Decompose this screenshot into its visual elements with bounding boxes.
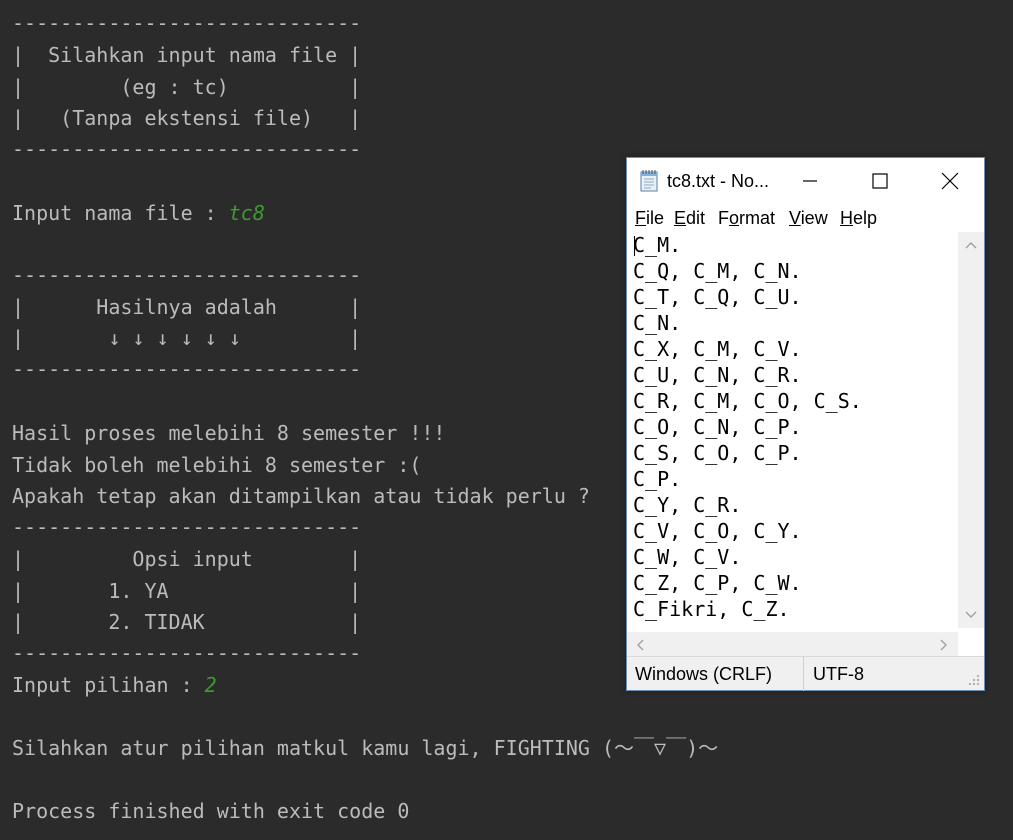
console-line: | 2. TIDAK | [12, 610, 362, 634]
scroll-down-icon[interactable] [964, 610, 978, 620]
status-bar: Windows (CRLF) UTF-8 [627, 656, 984, 691]
menu-bar: File Edit Format View Help [627, 204, 984, 232]
maximize-icon [872, 173, 888, 189]
menu-help[interactable]: Help [840, 204, 877, 232]
text-line: C_Q, C_M, C_N. [633, 259, 802, 283]
notepad-icon [640, 170, 658, 192]
text-line: C_N. [633, 311, 682, 335]
text-line: C_P. [633, 467, 682, 491]
text-line: C_Fikri, C_Z. [633, 597, 790, 621]
console-line: | 1. YA | [12, 579, 362, 603]
text-editor[interactable]: C_M. C_Q, C_M, C_N. C_T, C_Q, C_U. C_N. … [627, 232, 984, 656]
console-line: | Silahkan input nama file | [12, 43, 362, 67]
console-line: Silahkan atur pilihan matkul kamu lagi, … [12, 736, 719, 760]
text-line: C_W, C_V. [633, 545, 742, 569]
text-line: C_O, C_N, C_P. [633, 415, 802, 439]
filename-user-input: tc8 [228, 201, 265, 225]
console-line: ----------------------------- [12, 11, 362, 35]
console-line: ----------------------------- [12, 357, 362, 381]
line-ending-status: Windows (CRLF) [635, 664, 773, 684]
console-line: | (eg : tc) | [12, 75, 362, 99]
scroll-left-icon[interactable] [635, 638, 645, 652]
menu-view[interactable]: View [789, 204, 828, 232]
console-line: ----------------------------- [12, 641, 362, 665]
text-line: C_M. [633, 233, 682, 257]
text-line: C_V, C_O, C_Y. [633, 519, 802, 543]
console-line: | ↓ ↓ ↓ ↓ ↓ ↓ | [12, 326, 362, 350]
console-line-choice-prompt: Input pilihan : 2 [12, 673, 217, 697]
console-line: Apakah tetap akan ditampilkan atau tidak… [12, 484, 590, 508]
notepad-titlebar[interactable]: tc8.txt - No... [627, 158, 984, 204]
console-line: ----------------------------- [12, 137, 362, 161]
close-button[interactable] [927, 158, 973, 204]
scroll-right-icon[interactable] [939, 638, 949, 652]
choice-user-input: 2 [204, 673, 217, 697]
console-line-filename-prompt: Input nama file : tc8 [12, 201, 265, 225]
choice-prompt: Input pilihan : [12, 673, 205, 697]
console-line: Hasil proses melebihi 8 semester !!! [12, 421, 446, 445]
text-line: C_R, C_M, C_O, C_S. [633, 389, 862, 413]
horizontal-scrollbar[interactable] [627, 632, 958, 656]
menu-edit[interactable]: Edit [674, 204, 705, 232]
text-line: C_X, C_M, C_V. [633, 337, 802, 361]
vertical-scrollbar[interactable] [958, 232, 984, 628]
close-icon [941, 172, 959, 190]
console-line-exit: Process finished with exit code 0 [12, 799, 410, 823]
encoding-status: UTF-8 [813, 664, 864, 684]
scroll-up-icon[interactable] [964, 240, 978, 250]
status-divider [803, 657, 804, 691]
console-line: ----------------------------- [12, 263, 362, 287]
text-line: C_Y, C_R. [633, 493, 742, 517]
text-line: C_T, C_Q, C_U. [633, 285, 802, 309]
minimize-button[interactable] [787, 158, 833, 204]
notepad-window[interactable]: tc8.txt - No... File Edit Format View He… [626, 157, 985, 691]
console-line: | Hasilnya adalah | [12, 295, 362, 319]
text-line: C_U, C_N, C_R. [633, 363, 802, 387]
console-line: | Opsi input | [12, 547, 362, 571]
console-line: ----------------------------- [12, 515, 362, 539]
menu-format[interactable]: Format [718, 204, 775, 232]
console-line: | (Tanpa ekstensi file) | [12, 106, 362, 130]
window-title: tc8.txt - No... [667, 171, 770, 191]
resize-grip-icon[interactable] [967, 673, 981, 687]
console-line: Tidak boleh melebihi 8 semester :( [12, 453, 422, 477]
minimize-icon [803, 180, 817, 182]
text-line: C_S, C_O, C_P. [633, 441, 802, 465]
maximize-button[interactable] [857, 158, 903, 204]
filename-prompt: Input nama file : [12, 201, 229, 225]
text-area[interactable]: C_M. C_Q, C_M, C_N. C_T, C_Q, C_U. C_N. … [633, 232, 957, 628]
menu-file[interactable]: File [635, 204, 664, 232]
text-line: C_Z, C_P, C_W. [633, 571, 802, 595]
